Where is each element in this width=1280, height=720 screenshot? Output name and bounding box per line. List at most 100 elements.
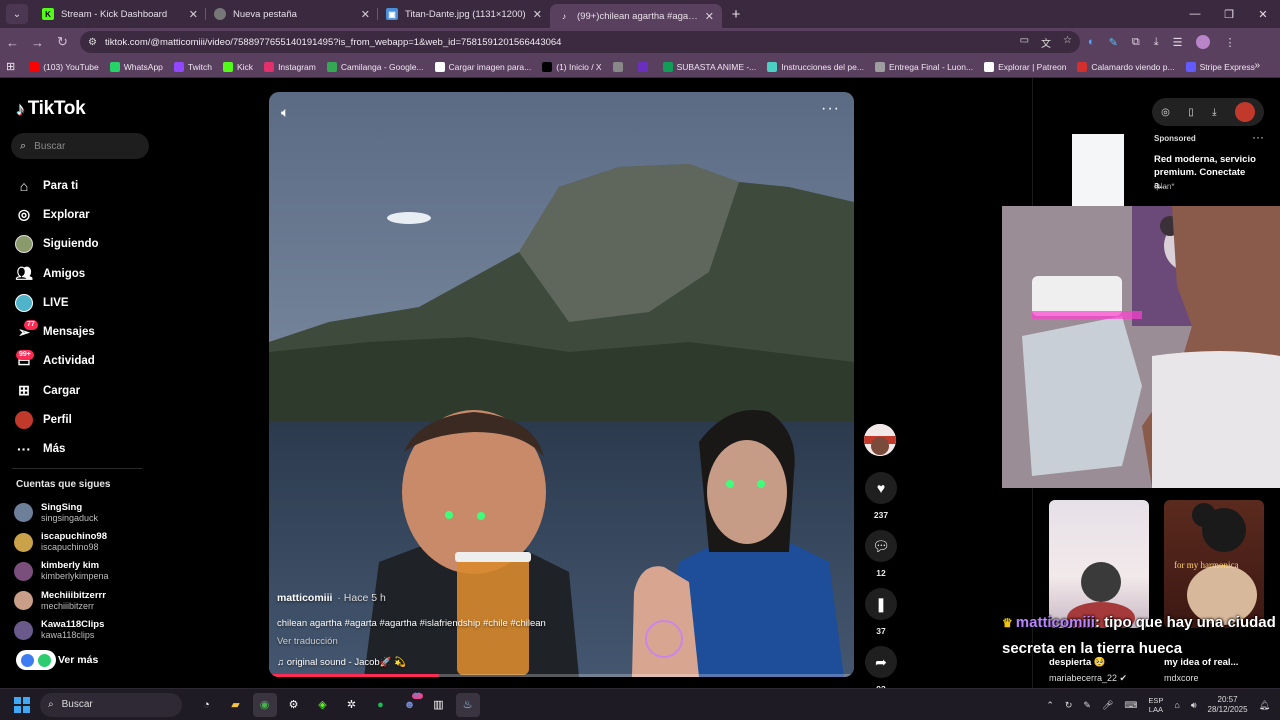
bookmark-item[interactable]: Twitch <box>173 61 212 72</box>
profile-icon[interactable] <box>1196 35 1211 49</box>
nav-messages[interactable]: ➢ 77 Mensajes <box>14 317 154 346</box>
forward-icon[interactable]: → <box>25 35 50 50</box>
bookmark-item[interactable]: Stripe Express <box>1185 61 1255 72</box>
bookmark-item[interactable]: Entrega Final - Luon... <box>874 61 973 72</box>
translate-icon[interactable]: 文 <box>1041 35 1051 50</box>
xbox-icon[interactable]: ◈ <box>311 693 335 717</box>
file-explorer-icon[interactable]: ▰ <box>224 693 248 717</box>
nav-for-you[interactable]: ⌂ Para ti <box>14 171 154 200</box>
bookmark-star-icon[interactable]: ☆ <box>1063 35 1072 50</box>
volume-icon[interactable]: 🔊︎ <box>1191 700 1197 711</box>
puzzle-icon[interactable]: ⧉ <box>1132 36 1140 49</box>
chrome-taskbar-icon[interactable]: ◉ <box>252 692 277 717</box>
nav-profile[interactable]: Perfil <box>14 405 154 434</box>
tab-search-icon[interactable]: ☰ <box>1173 36 1183 49</box>
address-bar[interactable]: ⚙ tiktok.com/@matticomiii/video/75889776… <box>80 31 1080 53</box>
restore-icon[interactable]: ❐ <box>1212 0 1246 28</box>
close-window-icon[interactable]: ✕ <box>1246 0 1280 28</box>
nav-more[interactable]: ··· Más <box>14 435 154 464</box>
discord-icon[interactable]: ☻ 99 <box>398 692 423 717</box>
bookmark-item[interactable]: Explorar | Patreon <box>984 61 1066 72</box>
chevron-up-icon[interactable]: ⌃ <box>1046 700 1054 711</box>
creator-avatar[interactable] <box>864 424 896 456</box>
task-view-icon[interactable]: ◔ <box>195 693 219 717</box>
steam-app-icon[interactable]: ♨ <box>455 692 480 717</box>
download-app-pill[interactable] <box>16 650 56 670</box>
settings-icon[interactable]: ✲ <box>340 693 364 717</box>
recommended-video-1[interactable] <box>1049 500 1149 628</box>
keyboard-icon[interactable]: ⌨ <box>1124 700 1137 711</box>
new-tab-button[interactable]: + <box>726 6 746 23</box>
comment-button[interactable]: 💬︎ 12 <box>864 530 898 578</box>
bookmark-item[interactable]: WhatsApp <box>109 61 163 72</box>
following-account[interactable]: Kawa118Clips kawa118clips <box>14 616 154 645</box>
mic-icon[interactable]: 🎤︎ <box>1102 700 1113 711</box>
bookmark-item[interactable]: Instagram <box>264 61 316 72</box>
audio-app-icon[interactable]: ▥ <box>427 693 451 717</box>
sync-icon[interactable]: ↻ <box>1065 700 1073 711</box>
bookmark-item[interactable]: (103) YouTube <box>29 61 99 72</box>
profile-avatar-icon[interactable] <box>1234 102 1255 122</box>
device-icon[interactable]: ▯ <box>1188 107 1194 118</box>
extension-icon[interactable]: ✎ <box>1109 36 1118 49</box>
bookmark-item[interactable]: Calamardo viendo p... <box>1077 61 1175 72</box>
recommended-video-2[interactable]: for my harmonica <box>1164 500 1264 628</box>
network-icon[interactable]: ⌂ <box>1174 700 1179 710</box>
following-account[interactable]: SingSing singsingaduck <box>14 498 154 527</box>
save-button[interactable]: ❚ 37 <box>864 588 898 636</box>
close-icon[interactable]: ✕ <box>361 8 370 21</box>
close-icon[interactable]: ✕ <box>705 10 714 23</box>
windows-start-icon[interactable] <box>14 696 30 713</box>
nav-live[interactable]: LIVE <box>14 288 154 317</box>
explore-icon[interactable]: ◎ <box>1161 107 1170 118</box>
more-bookmarks-icon[interactable]: » <box>1254 60 1260 71</box>
close-icon[interactable]: ✕ <box>533 8 542 21</box>
download-icon[interactable]: ⤓ <box>1154 36 1159 49</box>
like-button[interactable]: ♥ 237 <box>864 472 898 520</box>
tab-image[interactable]: ▣ Titan-Dante.jpg (1131×1200) ✕ <box>378 0 550 28</box>
steam-icon[interactable]: ⚙ <box>282 693 306 717</box>
taskbar-search[interactable]: ⌕ Buscar <box>40 692 182 717</box>
video-progress-bar[interactable] <box>269 674 854 677</box>
tab-tiktok[interactable]: ♪ (99+)chilean agartha #agarta # ✕ <box>550 4 722 28</box>
extension-icon[interactable]: ◐ <box>1088 36 1095 48</box>
close-icon[interactable]: ✕ <box>189 8 198 21</box>
see-translation-link[interactable]: Ver traducción <box>277 636 657 647</box>
bookmark-item[interactable] <box>637 61 652 72</box>
reload-icon[interactable]: ↻ <box>50 34 75 50</box>
back-icon[interactable]: ← <box>0 35 25 50</box>
sponsored-card[interactable]: Sponsored ··· Red moderna, servicio prem… <box>1052 130 1272 206</box>
notifications-icon[interactable]: 🔔︎ <box>1259 700 1270 711</box>
card-author[interactable]: mariabecerra_22 ✔ <box>1049 673 1127 684</box>
tab-new-tab[interactable]: Nueva pestaña ✕ <box>206 0 378 28</box>
spotify-icon[interactable]: ● <box>369 693 393 717</box>
ad-more-icon[interactable]: ··· <box>1252 130 1264 144</box>
video-more-icon[interactable]: ··· <box>821 100 840 118</box>
nav-activity[interactable]: ▭ 99+ Actividad <box>14 347 154 376</box>
tiktok-logo[interactable]: ♪ TikTok <box>16 98 86 120</box>
apps-icon[interactable]: ⊞ <box>6 60 15 73</box>
bookmark-item[interactable]: SUBASTA ANIME -... <box>662 61 756 72</box>
bookmark-item[interactable]: Cargar imagen para... <box>434 61 531 72</box>
bookmark-item[interactable]: Camilanga - Google... <box>326 61 424 72</box>
nav-upload[interactable]: ⊞ Cargar <box>14 376 154 405</box>
sound-link[interactable]: ♫ original sound - Jacob🚀 💫 <box>277 657 657 668</box>
card-author[interactable]: mdxcore <box>1164 673 1199 683</box>
see-more-button[interactable]: Ver más <box>16 650 98 670</box>
search-input[interactable]: ⌕ Buscar <box>11 133 149 159</box>
minimize-icon[interactable]: — <box>1178 0 1212 28</box>
bookmark-item[interactable]: Instrucciones del pe... <box>767 61 864 72</box>
nav-friends[interactable]: 👥︎ Amigos <box>14 259 154 288</box>
share-button[interactable]: ➦93 <box>864 646 898 694</box>
following-account[interactable]: kimberly kim kimberlykimpena <box>14 557 154 586</box>
tab-kick-dashboard[interactable]: K Stream - Kick Dashboard ✕ <box>34 0 206 28</box>
video-player[interactable]: 🔈︎ ··· matticomiii · Hace 5 h chilean ag… <box>269 92 854 677</box>
bookmark-item[interactable]: Kick <box>223 61 253 72</box>
site-info-icon[interactable]: ⚙ <box>88 37 97 48</box>
clock[interactable]: 20:57 28/12/2025 <box>1208 695 1248 715</box>
language-indicator[interactable]: ESP LAA <box>1148 696 1163 714</box>
nav-explore[interactable]: ◎ Explorar <box>14 200 154 229</box>
pen-icon[interactable]: ✎ <box>1083 700 1091 711</box>
cast-icon[interactable]: ▭ <box>1020 35 1029 50</box>
following-account[interactable]: Mechiiibitzerrr mechiiibitzerr <box>14 586 154 615</box>
